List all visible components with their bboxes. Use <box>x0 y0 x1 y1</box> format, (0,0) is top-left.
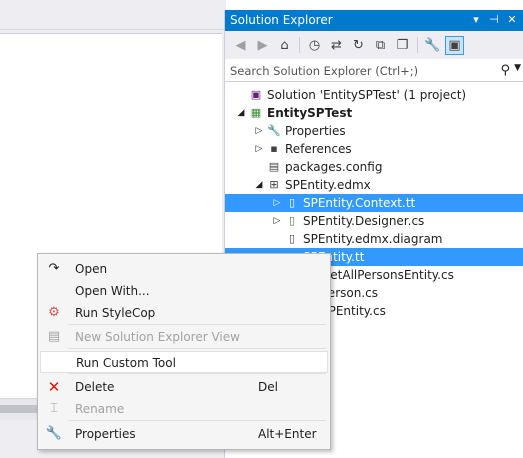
search-icon[interactable]: ⚲ <box>500 63 510 78</box>
preview-selected-items-icon[interactable]: ▣ <box>445 35 464 55</box>
solution-explorer-title-bar: Solution Explorer ▾ ⊣ ✕ <box>225 10 523 31</box>
collapse-arrow-icon[interactable]: ◢ <box>254 176 264 194</box>
home-icon[interactable]: ⌂ <box>275 36 294 55</box>
auto-hide-pin-icon[interactable]: ⊣ <box>488 13 500 27</box>
menu-item-label: Run Custom Tool <box>76 356 176 370</box>
tree-item[interactable]: ▣ Solution 'EntitySPTest' (1 project) <box>225 86 523 104</box>
menu-item-label: New Solution Explorer View <box>75 330 240 344</box>
tree-item-label: SPEntity.edmx.diagram <box>303 232 443 246</box>
menu-item-label: Properties <box>75 427 136 441</box>
menu-item-label: Open <box>75 262 108 276</box>
refresh-icon[interactable]: ↻ <box>349 36 368 55</box>
delete-x-icon: ✕ <box>47 378 61 396</box>
diagram-file-icon: ▯ <box>288 232 296 245</box>
menu-item-open[interactable]: ↷ Open <box>40 258 328 280</box>
show-all-files-icon[interactable]: ❐ <box>393 36 412 55</box>
search-input[interactable] <box>230 63 485 78</box>
context-menu: ↷ Open Open With... ⚙ Run StyleCop ▤ New Solut… <box>37 253 331 450</box>
tree-item-label: packages.config <box>285 160 383 174</box>
menu-item-delete[interactable]: ✕ Delete Del <box>40 376 328 398</box>
menu-separator <box>68 420 326 421</box>
menu-item-label: Delete <box>75 380 115 394</box>
menu-item-shortcut: Alt+Enter <box>258 427 317 441</box>
search-box: ⚲ ▼ <box>225 60 523 82</box>
collapse-arrow-icon[interactable]: ◢ <box>236 104 246 122</box>
references-icon: ▪ <box>270 142 278 155</box>
menu-item-run-custom-tool[interactable]: Run Custom Tool <box>40 351 328 373</box>
open-arrow-icon: ↷ <box>48 261 60 276</box>
tree-item-label: GetAllPersonsEntity.cs <box>321 268 454 282</box>
menu-item-properties[interactable]: 🔧 Properties Alt+Enter <box>40 423 328 445</box>
tree-item-label: SPEntity.edmx <box>285 178 371 192</box>
cs-file-icon: ▯ <box>288 214 296 227</box>
dropdown-menu-icon[interactable]: ▾ <box>470 13 482 27</box>
tree-item[interactable]: ▷ ▪ References <box>225 140 523 158</box>
back-icon[interactable]: ◀ <box>231 36 250 55</box>
solution-explorer-toolbar: ◀ ▶ ⌂ ◷ ⇄ ↻ ⧉ ❐ 🔧 ▣ <box>225 31 523 59</box>
tree-item[interactable]: ▷ 🔧 Properties <box>225 122 523 140</box>
tree-item-label: References <box>285 142 352 156</box>
menu-item-rename[interactable]: ⌶ Rename <box>40 398 328 420</box>
tree-item[interactable]: ▷ ▯ SPEntity.Designer.cs <box>225 212 523 230</box>
tree-item-label: EntitySPTest <box>267 106 353 120</box>
solution-icon: ▣ <box>250 88 262 101</box>
panel-title: Solution Explorer <box>230 13 333 27</box>
pending-changes-filter-icon[interactable]: ◷ <box>305 36 324 55</box>
expand-arrow-icon[interactable]: ▷ <box>254 140 264 158</box>
csharp-project-icon: ▦ <box>250 106 262 119</box>
tree-item-label: SPEntity.Context.tt <box>303 196 416 210</box>
expand-arrow-icon[interactable]: ▷ <box>272 212 282 230</box>
title-bar-buttons: ▾ ⊣ ✕ <box>470 13 518 27</box>
menu-separator <box>68 324 326 325</box>
expand-arrow-icon[interactable]: ▷ <box>272 194 282 212</box>
tt-file-icon: ▯ <box>288 196 296 209</box>
forward-icon[interactable]: ▶ <box>253 36 272 55</box>
rename-icon: ⌶ <box>50 401 58 416</box>
tree-item[interactable]: ◢ ▦ EntitySPTest <box>225 104 523 122</box>
sync-with-active-document-icon[interactable]: ⇄ <box>327 36 346 55</box>
editor-tab-strip <box>0 0 226 30</box>
expand-arrow-icon[interactable]: ▷ <box>254 122 264 140</box>
tree-item[interactable]: ▷ ▯ SPEntity.Context.tt <box>225 194 523 212</box>
collapse-all-icon[interactable]: ⧉ <box>371 36 390 55</box>
menu-separator <box>68 348 326 349</box>
config-file-icon: ▤ <box>268 160 280 173</box>
menu-item-open-with[interactable]: Open With... <box>40 280 328 302</box>
menu-item-run-stylecop[interactable]: ⚙ Run StyleCop <box>40 302 328 324</box>
close-icon[interactable]: ✕ <box>506 13 518 27</box>
tree-item[interactable]: ▤ packages.config <box>225 158 523 176</box>
tree-item-label: Properties <box>285 124 346 138</box>
menu-item-label: Run StyleCop <box>75 306 156 320</box>
stylecop-icon: ⚙ <box>48 305 60 320</box>
wrench-icon: 🔧 <box>267 124 281 137</box>
menu-item-label: Open With... <box>75 284 150 298</box>
tree-item[interactable]: ◢ ⊞ SPEntity.edmx <box>225 176 523 194</box>
menu-item-new-solution-explorer-view[interactable]: ▤ New Solution Explorer View <box>40 326 328 348</box>
new-view-icon: ▤ <box>47 329 61 344</box>
tree-item-label: SPEntity.Designer.cs <box>303 214 425 228</box>
wrench-icon: 🔧 <box>45 426 63 441</box>
menu-item-shortcut: Del <box>258 380 278 394</box>
wrench-icon[interactable]: 🔧 <box>423 36 442 55</box>
tree-item-label: Solution 'EntitySPTest' (1 project) <box>267 88 467 102</box>
edmx-icon: ⊞ <box>269 178 279 191</box>
toolbar-separator <box>417 37 418 53</box>
tree-item[interactable]: ▯ SPEntity.edmx.diagram <box>225 230 523 248</box>
search-options-dropdown-icon[interactable]: ▼ <box>514 63 521 73</box>
menu-item-label: Rename <box>75 402 125 416</box>
toolbar-separator <box>299 37 300 53</box>
